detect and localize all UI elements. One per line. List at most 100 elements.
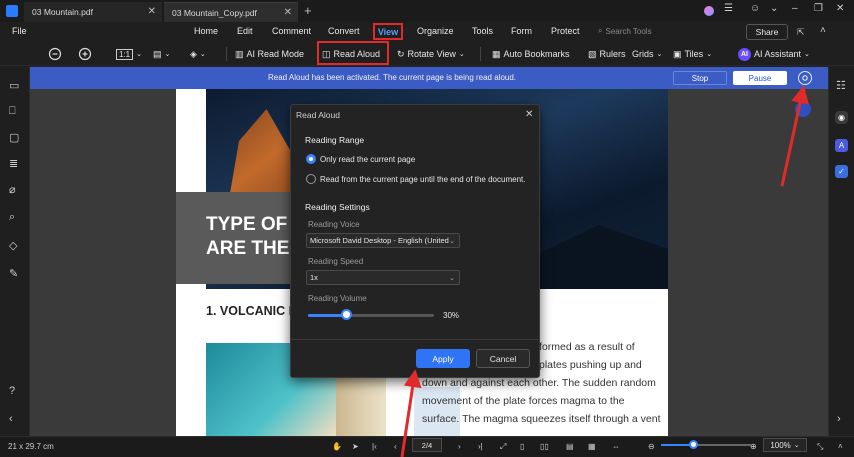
check-icon[interactable]: ✓ bbox=[835, 165, 848, 178]
share-button[interactable]: Share bbox=[746, 24, 788, 40]
radio-current-page[interactable] bbox=[306, 154, 316, 164]
tiles-button[interactable]: ▣ Tiles ⌄ bbox=[673, 45, 712, 63]
prev-page-icon[interactable]: ‹ bbox=[394, 442, 397, 451]
read-aloud-settings-button[interactable] bbox=[798, 71, 812, 85]
dropdown-chevron-icon[interactable]: ⌄ bbox=[770, 3, 778, 14]
menu-edit[interactable]: Edit bbox=[237, 26, 253, 36]
collapse-sidebar-icon[interactable]: ‹ bbox=[9, 413, 21, 425]
zoom-out-icon[interactable]: ⊖ bbox=[648, 442, 655, 451]
properties-icon[interactable]: ☷ bbox=[836, 79, 846, 92]
rulers-button[interactable]: ▧ Rulers bbox=[588, 45, 626, 63]
toolbar: 1:1 ⌄ ▤ ⌄ ◈ ⌄ ▥ AI Read Mode ◫ Read Aloud ↻… bbox=[0, 42, 854, 66]
close-icon[interactable]: ✕ bbox=[525, 109, 533, 120]
chevron-down-icon: ⌄ bbox=[199, 51, 206, 58]
fit-page-icon[interactable]: ⤢ bbox=[500, 442, 506, 452]
read-aloud-dialog: Read Aloud ✕ Reading Range Only read the… bbox=[290, 104, 540, 378]
menu-protect[interactable]: Protect bbox=[551, 26, 580, 36]
bell-icon[interactable]: ☰ bbox=[724, 3, 733, 14]
reading-speed-select[interactable]: 1x ⌄ bbox=[306, 270, 460, 285]
apply-button[interactable]: Apply bbox=[416, 349, 470, 368]
close-icon[interactable]: ✕ bbox=[284, 7, 292, 18]
ai-assistant-button[interactable]: AI AI Assistant ⌄ bbox=[738, 45, 810, 63]
fullscreen-icon[interactable]: ⤡ bbox=[817, 442, 823, 452]
last-page-icon[interactable]: ›| bbox=[478, 442, 483, 451]
rotate-view-button[interactable]: ↻ Rotate View ⌄ bbox=[397, 45, 465, 63]
actual-size-button[interactable]: 1:1 ⌄ bbox=[116, 45, 142, 63]
rotate-icon: ↻ bbox=[397, 48, 405, 59]
grids-label: Grids bbox=[632, 49, 654, 59]
first-page-icon[interactable]: |‹ bbox=[372, 442, 377, 451]
reading-voice-value: Microsoft David Desktop - English (Unite… bbox=[310, 236, 449, 245]
expand-icon[interactable]: ⇱ bbox=[797, 27, 805, 38]
toolbar-divider bbox=[226, 47, 227, 61]
signature-icon[interactable]: ✎ bbox=[9, 267, 21, 280]
layers-icon[interactable]: ≣ bbox=[9, 157, 21, 170]
help-icon[interactable]: ? bbox=[9, 385, 21, 397]
menu-convert[interactable]: Convert bbox=[328, 26, 360, 36]
grids-button[interactable]: Grids ⌄ bbox=[632, 45, 662, 63]
chevron-up-icon[interactable]: ˄ bbox=[820, 25, 826, 36]
next-page-icon[interactable]: › bbox=[458, 442, 461, 451]
tab-03-mountain-copy[interactable]: 03 Mountain_Copy.pdf ✕ bbox=[164, 2, 298, 22]
hand-tool-icon[interactable]: ✋ bbox=[332, 442, 342, 451]
page-thumbnails-icon[interactable]: ▭ bbox=[9, 79, 21, 92]
menu-home[interactable]: Home bbox=[194, 26, 218, 36]
page-layout-button[interactable]: ▤ ⌄ bbox=[153, 45, 170, 63]
maximize-icon[interactable]: ❐ bbox=[814, 3, 823, 14]
menu-form[interactable]: Form bbox=[511, 26, 532, 36]
avatar[interactable] bbox=[704, 6, 714, 16]
menu-tools[interactable]: Tools bbox=[472, 26, 493, 36]
zoom-in-button[interactable] bbox=[78, 45, 92, 63]
volume-slider-thumb[interactable] bbox=[340, 309, 352, 320]
background-color-button[interactable]: ◈ ⌄ bbox=[190, 45, 206, 63]
chevron-down-icon: ⌄ bbox=[164, 51, 171, 58]
cancel-button[interactable]: Cancel bbox=[476, 349, 530, 368]
menu-file[interactable]: File bbox=[12, 26, 27, 36]
select-tool-icon[interactable]: ➤ bbox=[352, 442, 359, 451]
tab-03-mountain[interactable]: 03 Mountain.pdf ✕ bbox=[24, 2, 162, 22]
page-number-input[interactable]: 2/4 bbox=[412, 438, 442, 452]
zoom-out-button[interactable] bbox=[48, 45, 62, 63]
menu-comment[interactable]: Comment bbox=[272, 26, 311, 36]
minimize-icon[interactable]: – bbox=[792, 3, 798, 14]
radio-until-end[interactable] bbox=[306, 174, 316, 184]
reading-speed-label: Reading Speed bbox=[308, 257, 364, 266]
attachment-icon[interactable]: ⌀ bbox=[9, 183, 21, 196]
comment-icon[interactable]: ▢ bbox=[9, 131, 21, 144]
menu-organize[interactable]: Organize bbox=[417, 26, 454, 36]
window-close-icon[interactable]: ✕ bbox=[836, 3, 844, 14]
scroll-page-icon[interactable]: ▤ bbox=[566, 442, 574, 451]
page-size: 21 x 29.7 cm bbox=[8, 442, 54, 451]
pause-button[interactable]: Pause bbox=[733, 71, 787, 85]
search-tools[interactable]: ⌕ Search Tools bbox=[598, 26, 652, 36]
single-page-icon[interactable]: ▯ bbox=[520, 442, 524, 451]
ai-chat-icon[interactable]: ◉ bbox=[835, 111, 848, 124]
translate-icon[interactable]: A bbox=[835, 139, 848, 152]
tab-label: 03 Mountain.pdf bbox=[32, 7, 93, 17]
close-icon[interactable]: ✕ bbox=[148, 6, 156, 17]
bookmark-icon[interactable]: ⎕ bbox=[9, 105, 21, 117]
zoom-in-icon[interactable]: ⊕ bbox=[750, 442, 757, 451]
floating-ai-icon[interactable] bbox=[795, 101, 811, 117]
stop-button[interactable]: Stop bbox=[673, 71, 727, 85]
expand-sidebar-icon[interactable]: › bbox=[837, 413, 841, 425]
zoom-slider-thumb[interactable] bbox=[688, 440, 698, 449]
auto-bookmarks-button[interactable]: ▦ Auto Bookmarks bbox=[492, 45, 570, 63]
ai-read-mode-button[interactable]: ▥ AI Read Mode bbox=[235, 45, 304, 63]
two-page-icon[interactable]: ▯▯ bbox=[540, 442, 549, 451]
help-icon[interactable]: ☺ bbox=[750, 3, 760, 14]
grid-view-icon[interactable]: ▦ bbox=[588, 442, 596, 451]
right-sidebar: ☷ ◉ A ✓ › bbox=[828, 67, 854, 436]
reading-voice-select[interactable]: Microsoft David Desktop - English (Unite… bbox=[306, 233, 460, 248]
collapse-up-icon[interactable]: ˄ bbox=[838, 442, 843, 451]
rulers-label: Rulers bbox=[599, 49, 626, 59]
new-tab-plus-icon[interactable]: + bbox=[304, 3, 312, 18]
stack-icon[interactable]: ◇ bbox=[9, 239, 21, 252]
tab-label: 03 Mountain_Copy.pdf bbox=[172, 7, 257, 18]
app-logo-icon bbox=[6, 5, 18, 17]
menu-view[interactable]: View bbox=[373, 23, 403, 40]
fit-width-icon[interactable]: ⇔ bbox=[612, 442, 620, 451]
search-icon[interactable]: ⌕ bbox=[9, 211, 21, 223]
chevron-down-icon: ⌄ bbox=[804, 51, 810, 58]
zoom-level-select[interactable]: 100% ⌄ bbox=[763, 438, 807, 452]
